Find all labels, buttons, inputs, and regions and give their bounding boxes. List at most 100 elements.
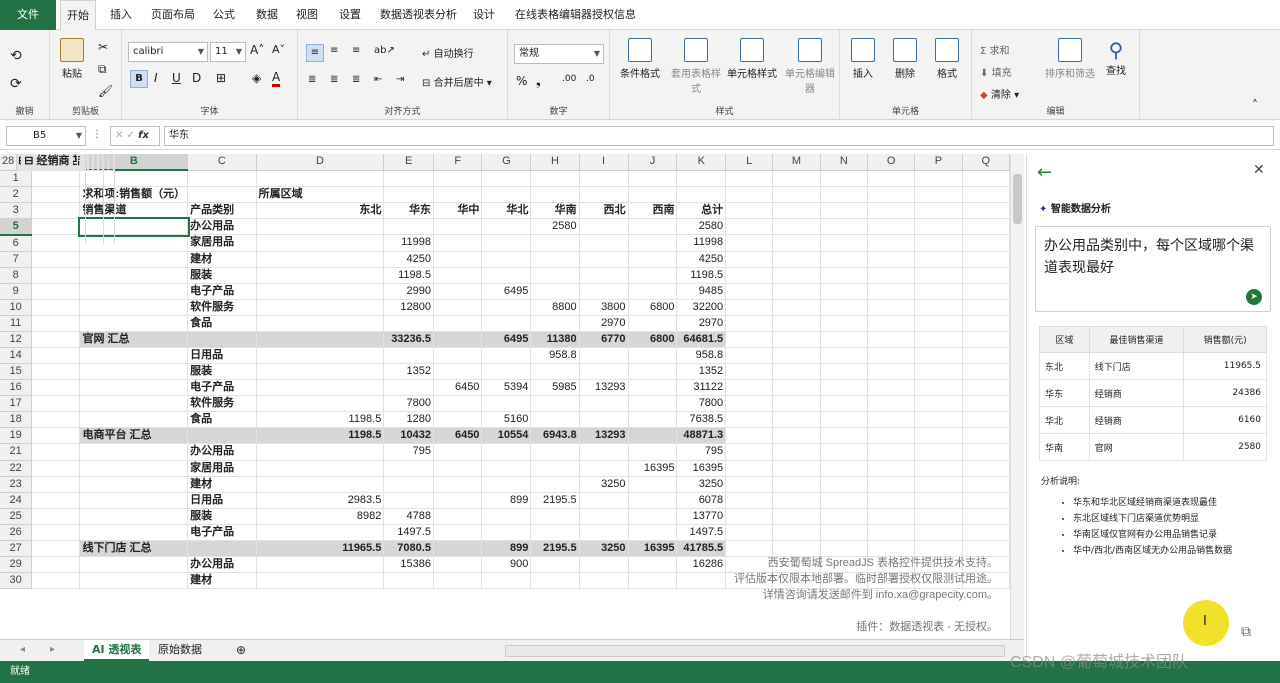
cell[interactable] (187, 186, 257, 203)
menu-tab[interactable]: 设计 (467, 0, 501, 30)
cell[interactable] (579, 460, 629, 477)
cell[interactable]: 产品类别 (187, 202, 257, 219)
find-button[interactable]: ⚲ 查找 (1100, 38, 1132, 77)
cell[interactable]: 64681.5 (676, 331, 727, 348)
cell[interactable] (481, 395, 532, 412)
cell[interactable] (725, 170, 774, 187)
cell[interactable]: 5985 (530, 379, 580, 396)
cell[interactable] (256, 331, 385, 348)
row-header[interactable]: 21 (0, 444, 33, 461)
cell[interactable]: 16395 (628, 540, 678, 557)
cell[interactable]: 电子产品 (187, 283, 257, 300)
cell[interactable] (481, 299, 532, 316)
cell[interactable] (962, 283, 1010, 300)
cell[interactable]: 2970 (579, 315, 629, 332)
cell[interactable] (579, 508, 629, 525)
cell[interactable] (256, 283, 385, 300)
cell[interactable] (628, 186, 678, 203)
column-header[interactable]: F (433, 154, 483, 171)
cell[interactable] (725, 218, 774, 235)
cell[interactable]: 软件服务 (187, 395, 257, 412)
row-header[interactable]: 11 (0, 315, 33, 332)
delete-cells-button[interactable]: 删除 (890, 38, 920, 80)
cell[interactable] (530, 363, 580, 380)
cell[interactable] (962, 379, 1010, 396)
cell[interactable] (628, 267, 678, 284)
cell[interactable] (31, 299, 81, 316)
cell[interactable] (481, 186, 532, 203)
cell[interactable]: 食品 (187, 411, 257, 428)
cell[interactable] (725, 186, 774, 203)
cell[interactable] (820, 234, 868, 252)
cell[interactable]: 7080.5 (383, 540, 434, 557)
cell[interactable] (31, 331, 81, 348)
cell[interactable]: 1198.5 (383, 267, 434, 284)
cell[interactable] (256, 460, 385, 477)
cell[interactable] (530, 170, 580, 187)
cell[interactable] (820, 395, 868, 412)
cell[interactable] (481, 524, 532, 541)
copy-icon[interactable]: ⧉ (98, 62, 107, 77)
cell[interactable] (433, 170, 483, 187)
cell[interactable] (914, 444, 963, 461)
cell[interactable] (579, 283, 629, 300)
cell[interactable] (628, 315, 678, 332)
cell[interactable] (867, 379, 916, 396)
cell[interactable] (867, 218, 916, 235)
more-icon[interactable]: ⋮ (92, 129, 102, 140)
cell[interactable]: 1198.5 (256, 427, 385, 444)
cell[interactable] (579, 572, 629, 589)
italic-button[interactable]: I (154, 71, 158, 85)
column-header[interactable]: Q (962, 154, 1010, 171)
cell[interactable] (820, 186, 868, 203)
underline-button[interactable]: U (172, 71, 181, 85)
cell[interactable]: 服装 (187, 508, 257, 525)
cell[interactable] (481, 476, 532, 493)
cell[interactable] (579, 524, 629, 541)
cell[interactable] (433, 508, 483, 525)
orientation-icon[interactable]: ab↗ (374, 45, 395, 56)
cell[interactable]: 795 (383, 444, 434, 461)
cell[interactable] (820, 460, 868, 477)
cell[interactable] (772, 170, 821, 187)
cell[interactable] (579, 234, 629, 252)
paste-button[interactable]: 粘贴 (60, 38, 84, 80)
spreadsheet-grid[interactable]: ABCDEFGHIJKLMNOPQ 12求和项:销售额（元）所属区域3销售渠道产… (0, 154, 1010, 639)
cell[interactable] (628, 234, 678, 252)
cell[interactable] (79, 267, 189, 284)
cell[interactable]: 13293 (579, 379, 629, 396)
cell[interactable]: 48871.3 (676, 427, 727, 444)
cell[interactable] (383, 347, 434, 364)
cell[interactable] (433, 218, 483, 235)
font-name-select[interactable]: calibri ▼ (128, 42, 208, 62)
insert-cells-button[interactable]: 插入 (848, 38, 878, 80)
cell[interactable] (962, 460, 1010, 477)
prev-sheet-icon[interactable]: ◂ (20, 644, 25, 655)
cell[interactable] (530, 251, 580, 268)
cell[interactable] (433, 540, 483, 557)
cell[interactable] (676, 186, 727, 203)
row-header[interactable]: 16 (0, 379, 33, 396)
cell[interactable] (383, 379, 434, 396)
cell[interactable] (433, 315, 483, 332)
cell[interactable] (962, 234, 1010, 252)
cell[interactable]: 华南 (530, 202, 580, 219)
cell[interactable]: 1352 (676, 363, 727, 380)
cell[interactable]: 建材 (187, 572, 257, 589)
cell[interactable]: 6495 (481, 331, 532, 348)
column-header[interactable]: D (256, 154, 385, 171)
cell[interactable] (579, 556, 629, 573)
formula-input[interactable]: 华东 (164, 126, 1274, 146)
menu-tab[interactable]: 开始 (60, 0, 96, 31)
cell[interactable] (772, 267, 821, 284)
cell[interactable] (772, 251, 821, 268)
align-left-icon[interactable]: ≣ (308, 74, 316, 85)
cell[interactable] (867, 492, 916, 509)
cell[interactable] (530, 460, 580, 477)
cell[interactable] (481, 508, 532, 525)
cell[interactable]: 11998 (676, 234, 727, 252)
row-header[interactable]: 12 (0, 331, 33, 348)
next-sheet-icon[interactable]: ▸ (50, 644, 55, 655)
cell[interactable] (79, 572, 189, 589)
cell[interactable]: 9485 (676, 283, 727, 300)
